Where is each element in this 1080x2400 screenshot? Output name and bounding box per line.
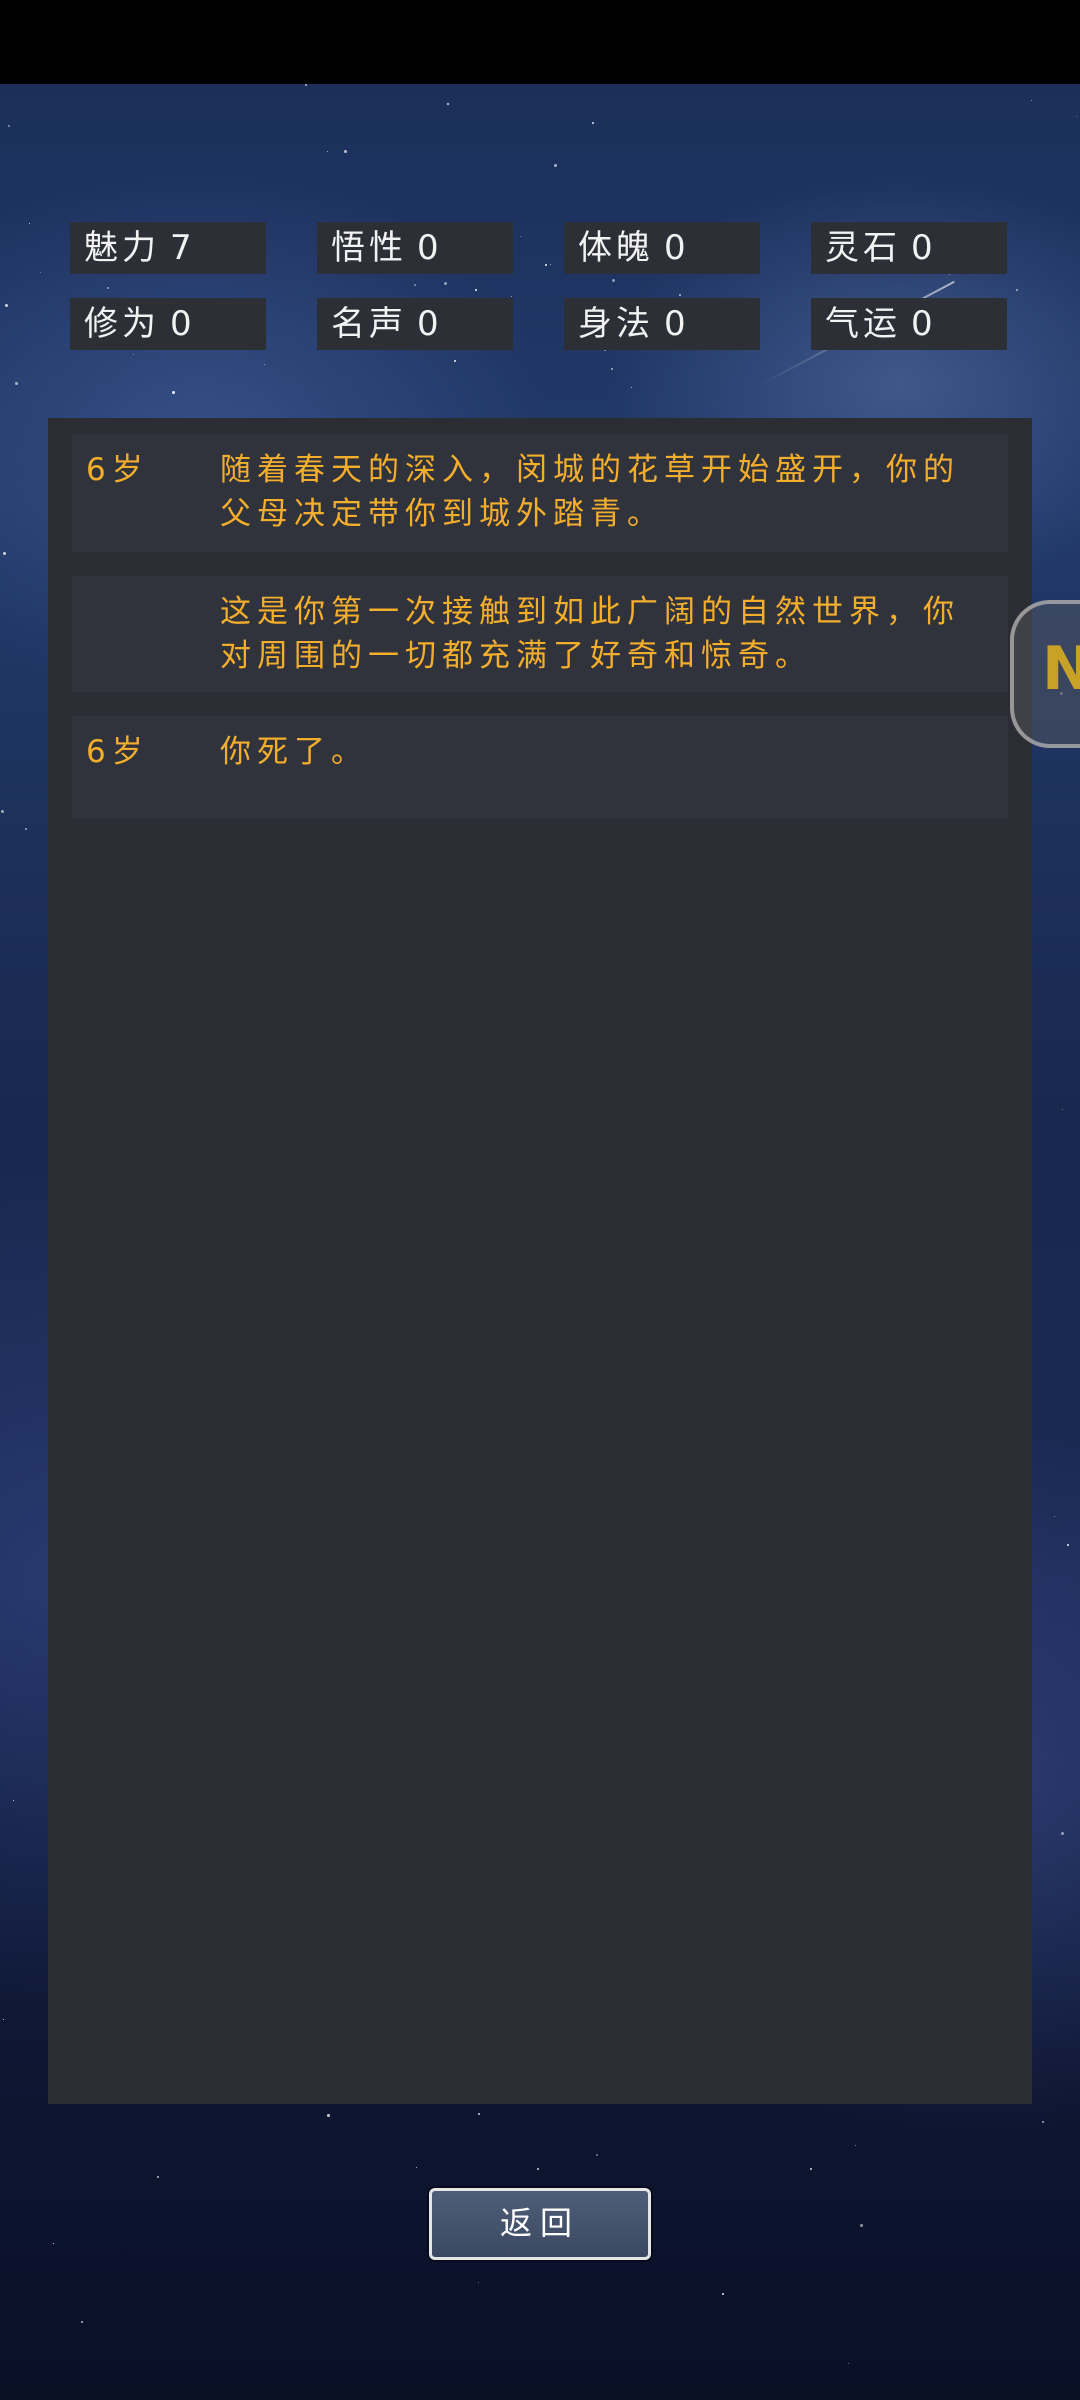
star	[612, 279, 615, 282]
stat-label: 气运	[825, 304, 901, 344]
star	[414, 284, 416, 286]
stat-agility: 身法 0	[564, 298, 760, 350]
event-log-panel[interactable]: 6岁 随着春天的深入，闵城的花草开始盛开，你的父母决定带你到城外踏青。 这是你第…	[48, 418, 1032, 2104]
star	[1016, 289, 1018, 291]
star	[520, 236, 521, 237]
star	[327, 2114, 330, 2117]
star	[81, 2321, 83, 2323]
star	[1076, 116, 1077, 117]
side-button-glyph: N	[1042, 634, 1080, 704]
star	[454, 360, 456, 362]
star	[447, 103, 449, 105]
status-bar	[0, 0, 1080, 84]
stat-cultivation: 修为 0	[70, 298, 266, 350]
star	[1042, 2121, 1044, 2123]
star	[3, 2019, 4, 2020]
star	[1031, 100, 1032, 101]
star	[157, 2176, 159, 2178]
star	[949, 274, 950, 275]
star	[305, 84, 307, 86]
star	[25, 828, 27, 830]
back-button[interactable]: 返回	[429, 2188, 651, 2260]
star	[554, 164, 557, 167]
stat-value: 0	[664, 228, 690, 268]
log-entry: 6岁 随着春天的深入，闵城的花草开始盛开，你的父母决定带你到城外踏青。	[72, 434, 1008, 552]
star	[416, 2167, 417, 2168]
star	[40, 272, 41, 273]
star	[1, 810, 4, 813]
star	[679, 294, 681, 296]
stat-value: 0	[664, 304, 690, 344]
star	[550, 264, 551, 265]
log-entry-text: 你死了。	[220, 734, 368, 770]
star	[8, 125, 10, 127]
stat-value: 0	[417, 304, 443, 344]
stat-value: 0	[417, 228, 443, 268]
star	[545, 264, 547, 266]
log-entry-text: 这是你第一次接触到如此广阔的自然世界，你对周围的一切都充满了好奇和惊奇。	[220, 594, 960, 674]
star	[1067, 1544, 1069, 1546]
star	[1062, 1109, 1063, 1110]
stat-comprehension: 悟性 0	[317, 222, 513, 274]
star	[5, 304, 8, 307]
star	[592, 122, 594, 124]
game-screen: 魅力 7 悟性 0 体魄 0 灵石 0 修为 0 名声 0 身法 0 气运 0 6岁 随着春天的…	[0, 0, 1080, 2400]
star	[53, 2243, 54, 2244]
log-entry-age: 6岁	[86, 452, 149, 488]
stat-label: 名声	[331, 304, 407, 344]
log-entry: 6岁 你死了。	[72, 716, 1008, 818]
star	[264, 364, 265, 365]
star	[855, 2145, 856, 2146]
star	[537, 2168, 539, 2170]
star	[344, 150, 347, 153]
stat-label: 身法	[578, 304, 654, 344]
star	[107, 287, 109, 289]
star	[722, 2293, 724, 2295]
stat-physique: 体魄 0	[564, 222, 760, 274]
star	[860, 2224, 863, 2227]
star	[478, 2113, 480, 2115]
log-entry-text: 随着春天的深入，闵城的花草开始盛开，你的父母决定带你到城外踏青。	[220, 452, 960, 532]
star	[810, 2168, 812, 2170]
star	[596, 2154, 598, 2156]
log-entry: 这是你第一次接触到如此广阔的自然世界，你对周围的一切都充满了好奇和惊奇。	[72, 576, 1008, 692]
star	[29, 223, 30, 224]
stat-spirit-stones: 灵石 0	[811, 222, 1007, 274]
star	[848, 2363, 849, 2364]
stat-label: 魅力	[84, 228, 160, 268]
floating-side-button[interactable]: N	[1010, 600, 1080, 748]
star	[611, 368, 613, 370]
star	[511, 296, 512, 297]
star	[13, 1800, 14, 1801]
star	[475, 289, 477, 291]
star	[478, 2282, 479, 2283]
star	[15, 382, 18, 385]
stat-label: 灵石	[825, 228, 901, 268]
star	[3, 552, 6, 555]
star	[1061, 1832, 1064, 1835]
star	[444, 282, 447, 285]
stat-charm: 魅力 7	[70, 222, 266, 274]
log-entry-age: 6岁	[86, 734, 149, 770]
stat-label: 体魄	[578, 228, 654, 268]
star	[327, 151, 328, 152]
stat-label: 悟性	[331, 228, 407, 268]
stat-value: 0	[911, 304, 937, 344]
stat-luck: 气运 0	[811, 298, 1007, 350]
stat-value: 0	[170, 304, 196, 344]
star	[172, 391, 175, 394]
star	[631, 387, 632, 388]
stat-reputation: 名声 0	[317, 298, 513, 350]
stat-value: 0	[911, 228, 937, 268]
star	[133, 354, 134, 355]
stat-label: 修为	[84, 304, 160, 344]
stat-value: 7	[170, 228, 196, 268]
star	[1054, 1516, 1055, 1517]
